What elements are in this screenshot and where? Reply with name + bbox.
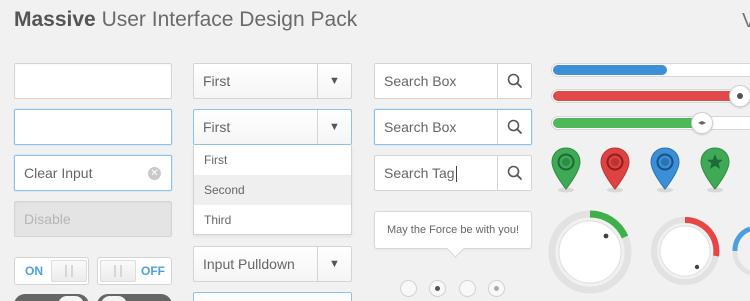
select-value: First	[203, 119, 231, 135]
search-tag-input[interactable]: Search Tag	[374, 155, 532, 191]
chevron-down-icon[interactable]: ▼	[317, 110, 351, 144]
toggle-off[interactable]: OFF	[97, 257, 172, 285]
dropdown-option[interactable]: First	[194, 145, 351, 175]
clear-input-value: Clear Input	[24, 165, 93, 181]
select-first[interactable]: First ▼	[193, 63, 352, 99]
title-overflow: V	[742, 10, 750, 32]
dropdown-option[interactable]: Third	[194, 205, 351, 235]
search-tag-value: Search Tag	[384, 165, 455, 181]
map-pin-icon[interactable]	[650, 147, 680, 193]
clear-input-field[interactable]: Clear Input ✕	[14, 155, 172, 191]
pagination-dot[interactable]	[400, 280, 417, 297]
tooltip-text: May the Force be with you!	[386, 224, 520, 236]
map-pin-icon[interactable]	[551, 147, 581, 193]
search-button[interactable]	[497, 64, 531, 98]
toggle-on[interactable]: ON	[14, 257, 89, 285]
dial-knob-green[interactable]	[548, 210, 632, 294]
dial-knob-red[interactable]	[650, 216, 720, 286]
map-pin-icon[interactable]	[600, 147, 630, 193]
dial-knob-blue[interactable]	[732, 226, 750, 276]
search-placeholder: Search Box	[384, 73, 457, 89]
toggle-knob[interactable]	[51, 260, 87, 282]
slider-handle[interactable]: ◂▸	[691, 112, 713, 134]
dropdown-option-highlighted[interactable]: Second	[194, 175, 351, 205]
drag-arrows-icon: ◂▸	[697, 118, 707, 127]
chevron-down-icon[interactable]: ▼	[317, 64, 351, 98]
dark-toggle[interactable]	[14, 294, 89, 301]
title-text: User Interface Design Pack	[101, 8, 358, 31]
select-partial[interactable]	[193, 292, 352, 301]
search-icon	[507, 73, 522, 88]
toggle-on-label: ON	[25, 264, 43, 278]
input-pulldown[interactable]: Input Pulldown ▼	[193, 246, 352, 282]
disabled-input: Disable	[14, 201, 172, 237]
search-box-focused[interactable]: Search Box	[374, 109, 532, 145]
pulldown-value: Input Pulldown	[203, 256, 295, 272]
select-open[interactable]: First ▼	[193, 109, 352, 145]
search-button[interactable]	[497, 156, 531, 190]
search-icon	[507, 165, 522, 180]
slider-fill	[553, 65, 667, 75]
toggle-knob[interactable]	[100, 260, 136, 282]
select-value: First	[203, 73, 231, 89]
disabled-placeholder: Disable	[24, 211, 71, 227]
pagination-dot-active[interactable]	[429, 280, 446, 297]
search-placeholder: Search Box	[384, 119, 457, 135]
slider-handle[interactable]	[729, 85, 750, 107]
page-title: Massive User Interface Design Pack	[14, 8, 357, 32]
handle-dot-icon	[737, 93, 743, 99]
slider-fill	[553, 91, 749, 101]
chevron-down-icon[interactable]: ▼	[317, 247, 351, 281]
search-icon	[507, 119, 522, 134]
brand-name: Massive	[14, 8, 96, 31]
toggle-off-label: OFF	[141, 264, 165, 278]
progress-slider-blue[interactable]	[551, 63, 750, 77]
map-pin-star-icon[interactable]	[700, 147, 730, 193]
x-circle-icon[interactable]: ✕	[148, 167, 161, 180]
select-dropdown-menu: First Second Third	[193, 145, 352, 235]
search-button[interactable]	[497, 110, 531, 144]
range-slider-green[interactable]: ◂▸	[551, 112, 750, 134]
dark-toggle[interactable]	[97, 294, 172, 301]
pagination-dot[interactable]	[488, 280, 505, 297]
slider-fill	[553, 118, 700, 128]
text-input-empty[interactable]	[14, 63, 172, 99]
dark-toggle-knob[interactable]	[58, 296, 84, 301]
tooltip: May the Force be with you!	[374, 211, 532, 249]
dark-toggle-knob[interactable]	[101, 296, 127, 301]
progress-slider-red[interactable]	[551, 85, 750, 107]
search-box[interactable]: Search Box	[374, 63, 532, 99]
pagination-dot[interactable]	[459, 280, 476, 297]
text-input-focused[interactable]	[14, 109, 172, 145]
text-caret	[455, 166, 457, 183]
